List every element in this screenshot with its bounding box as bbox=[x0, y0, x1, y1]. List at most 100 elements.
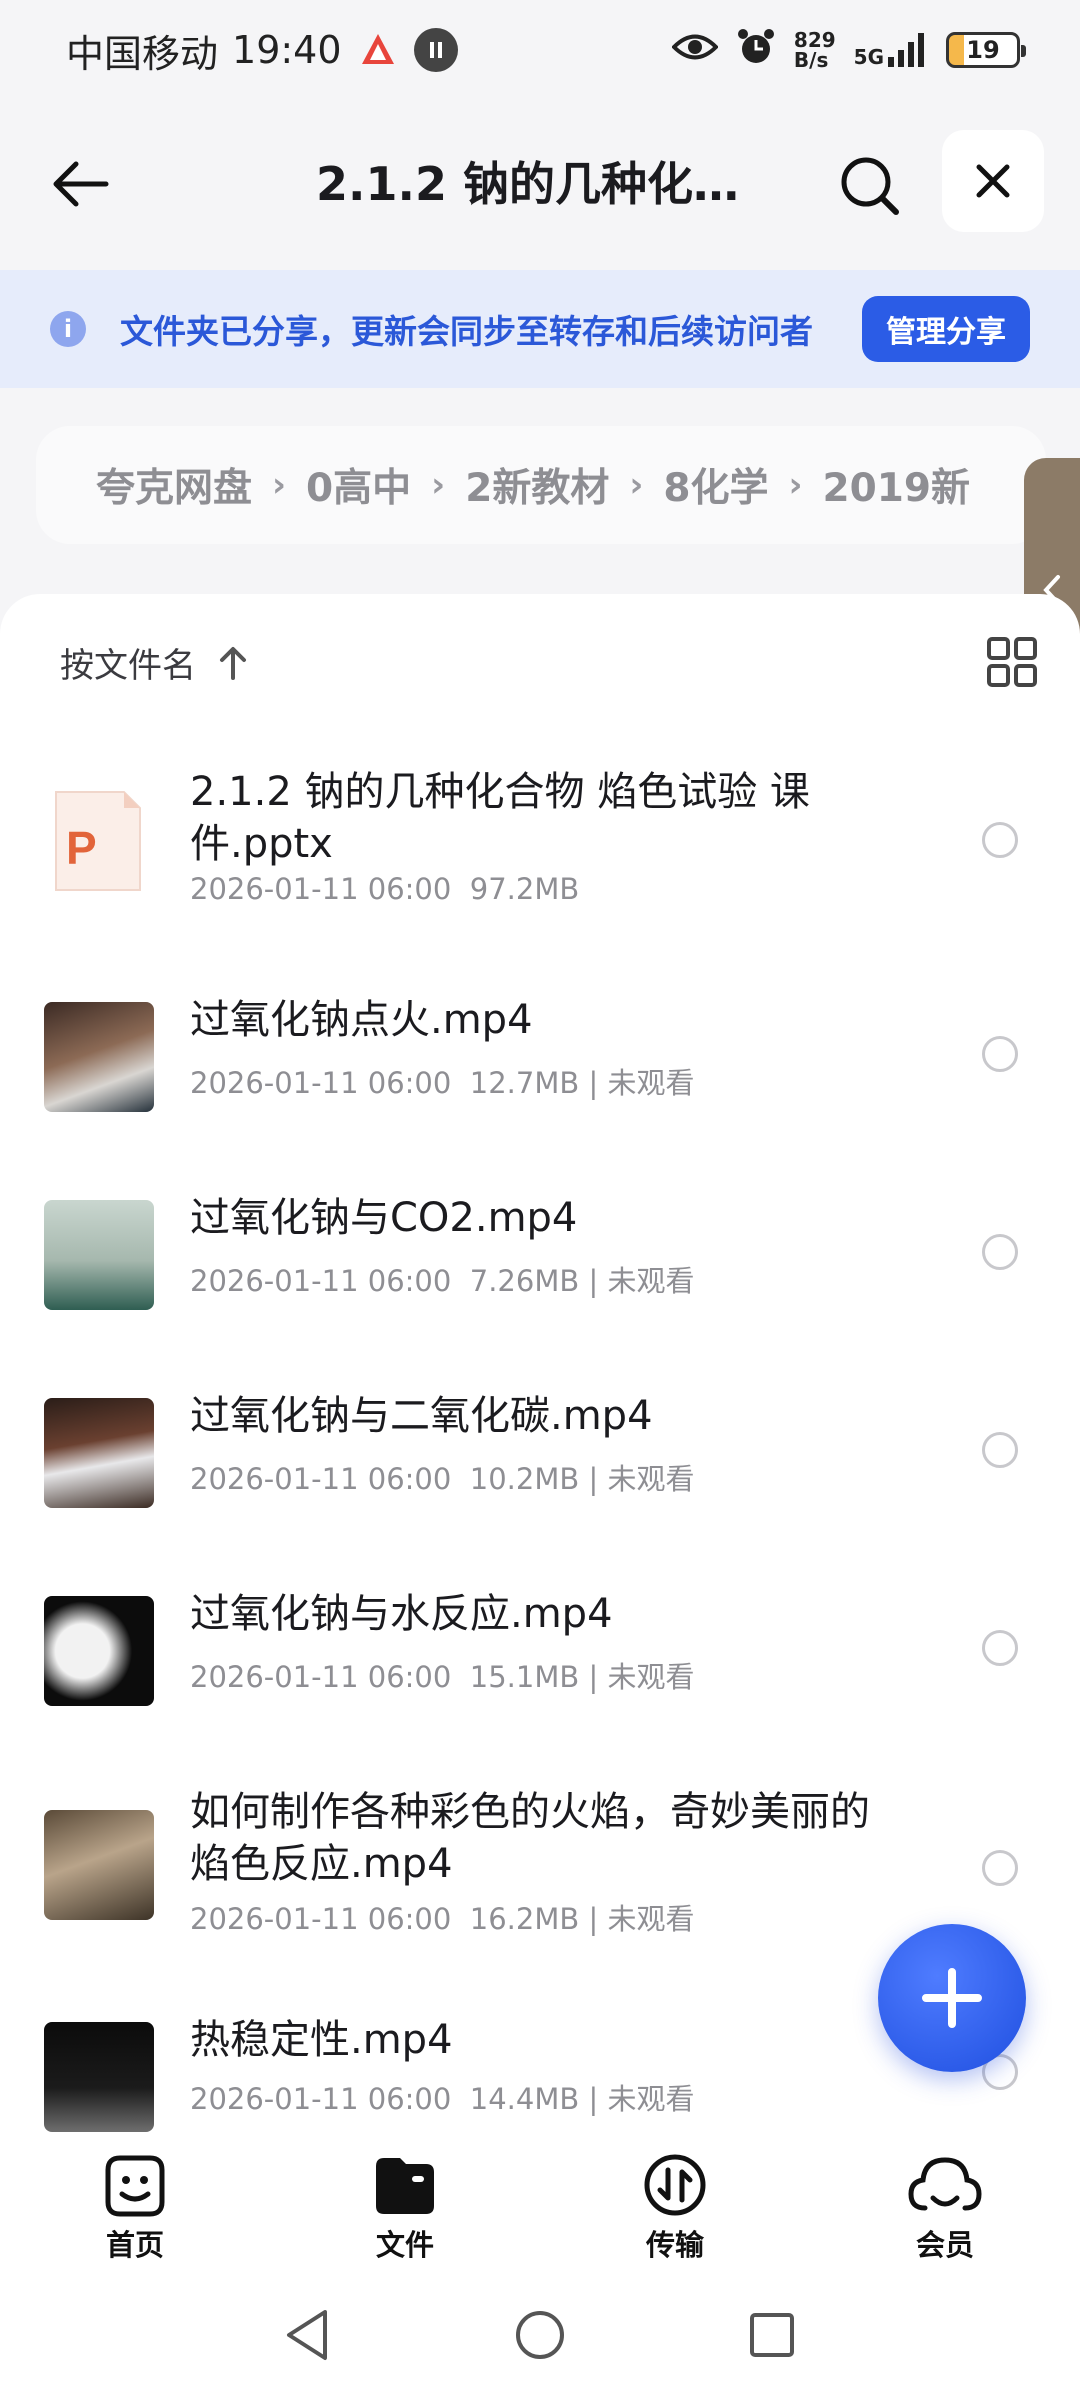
meta-separator: | bbox=[588, 1066, 599, 1100]
select-checkbox[interactable] bbox=[982, 822, 1018, 858]
file-size: 97.2MB bbox=[469, 872, 580, 906]
search-button[interactable] bbox=[830, 146, 910, 226]
signal-bars-icon bbox=[888, 33, 924, 67]
svg-text:P: P bbox=[66, 822, 97, 874]
chevron-right-icon: › bbox=[272, 465, 287, 505]
nav-item-member[interactable]: 会员 bbox=[810, 2134, 1080, 2270]
alarm-icon bbox=[736, 27, 776, 73]
share-banner: i 文件夹已分享，更新会同步至转存和后续访问者 管理分享 bbox=[0, 270, 1080, 388]
chevron-right-icon: › bbox=[431, 465, 446, 505]
file-meta: 2026-01-11 06:00 15.1MB | 未观看 bbox=[190, 1654, 695, 1696]
net-speed-unit: B/s bbox=[793, 48, 829, 72]
close-icon bbox=[976, 164, 1010, 198]
file-meta: 2026-01-11 06:00 7.26MB | 未观看 bbox=[190, 1258, 695, 1300]
signal-indicator: 5G bbox=[854, 33, 928, 67]
chevron-right-icon: › bbox=[629, 465, 644, 505]
plus-icon bbox=[922, 1968, 982, 2028]
breadcrumb-item-level4[interactable]: 2019新 bbox=[823, 457, 971, 513]
home-face-icon bbox=[105, 2155, 165, 2217]
page-title: 2.1.2 钠的几种化合... bbox=[316, 157, 776, 211]
file-row[interactable]: 过氧化钠点火.mp4 2026-01-11 06:00 12.7MB | 未观看 bbox=[0, 994, 1080, 1164]
breadcrumb: 夸克网盘 › 0高中 › 2新教材 › 8化学 › 2019新 bbox=[36, 426, 1046, 544]
file-date: 2026-01-11 06:00 bbox=[190, 1066, 452, 1100]
breadcrumb-item-root[interactable]: 夸克网盘 bbox=[96, 457, 252, 513]
nav-label-files: 文件 bbox=[375, 2228, 434, 2262]
video-thumbnail bbox=[44, 1596, 154, 1706]
breadcrumb-item-level3[interactable]: 8化学 bbox=[663, 457, 768, 513]
sort-control[interactable]: 按文件名 bbox=[60, 638, 248, 687]
meta-separator: | bbox=[588, 1264, 599, 1298]
watch-status: 未观看 bbox=[607, 1902, 695, 1936]
nav-label-transfer: 传输 bbox=[645, 2228, 704, 2262]
file-meta: 2026-01-11 06:00 12.7MB | 未观看 bbox=[190, 1060, 695, 1102]
file-date: 2026-01-11 06:00 bbox=[190, 1902, 452, 1936]
eye-icon bbox=[671, 32, 719, 68]
meta-separator: | bbox=[588, 1660, 599, 1694]
file-date: 2026-01-11 06:00 bbox=[190, 2082, 452, 2116]
share-banner-text: 文件夹已分享，更新会同步至转存和后续访问者 bbox=[120, 312, 813, 351]
file-size: 10.2MB bbox=[469, 1462, 580, 1496]
select-checkbox[interactable] bbox=[982, 1630, 1018, 1666]
battery-indicator: 19 bbox=[946, 32, 1026, 68]
file-name: 2.1.2 钠的几种化合物 焰色试验 课件.pptx bbox=[190, 769, 810, 867]
video-thumbnail bbox=[44, 1002, 154, 1112]
arrow-up-icon bbox=[220, 646, 246, 680]
status-bar: 中国移动 19:40 829 B/s 5G 19 bbox=[0, 0, 1080, 100]
file-row[interactable]: P 2.1.2 钠的几种化合物 焰色试验 课件.pptx 2026-01-11 … bbox=[0, 744, 1080, 924]
grid-icon bbox=[987, 637, 1037, 687]
file-size: 15.1MB bbox=[469, 1660, 580, 1694]
meta-separator: | bbox=[588, 2082, 599, 2116]
system-back-icon[interactable] bbox=[283, 2308, 333, 2362]
bottom-nav: 首页 文件 传输 会员 bbox=[0, 2134, 1080, 2270]
system-recents-icon[interactable] bbox=[747, 2310, 797, 2360]
video-thumbnail bbox=[44, 1810, 154, 1920]
nav-item-files[interactable]: 文件 bbox=[270, 2134, 540, 2270]
video-thumbnail bbox=[44, 2022, 154, 2132]
select-checkbox[interactable] bbox=[982, 1850, 1018, 1886]
file-row[interactable]: 过氧化钠与水反应.mp4 2026-01-11 06:00 15.1MB | 未… bbox=[0, 1588, 1080, 1758]
watch-status: 未观看 bbox=[607, 1462, 695, 1496]
watch-status: 未观看 bbox=[607, 1066, 695, 1100]
chevron-right-icon: › bbox=[788, 465, 803, 505]
sort-label: 按文件名 bbox=[60, 646, 196, 686]
file-row[interactable]: 过氧化钠与CO2.mp4 2026-01-11 06:00 7.26MB | 未… bbox=[0, 1192, 1080, 1362]
manage-share-button[interactable]: 管理分享 bbox=[862, 296, 1030, 362]
file-meta: 2026-01-11 06:00 97.2MB bbox=[190, 872, 579, 906]
select-checkbox[interactable] bbox=[982, 1234, 1018, 1270]
file-size: 16.2MB bbox=[469, 1902, 580, 1936]
file-date: 2026-01-11 06:00 bbox=[190, 1660, 452, 1694]
add-button[interactable] bbox=[878, 1924, 1026, 2072]
watch-status: 未观看 bbox=[607, 1660, 695, 1694]
watch-status: 未观看 bbox=[607, 2082, 695, 2116]
battery-level: 19 bbox=[966, 36, 1000, 64]
app-notification-icon bbox=[356, 28, 400, 72]
clock: 19:40 bbox=[232, 28, 342, 72]
file-name: 如何制作各种彩色的火焰，奇妙美丽的焰色反应.mp4 bbox=[190, 1789, 870, 1887]
nav-item-transfer[interactable]: 传输 bbox=[540, 2134, 810, 2270]
nav-label-member: 会员 bbox=[915, 2228, 974, 2262]
folder-icon bbox=[376, 2158, 434, 2214]
meta-separator: | bbox=[588, 1902, 599, 1936]
nav-item-home[interactable]: 首页 bbox=[0, 2134, 270, 2270]
breadcrumb-item-level1[interactable]: 0高中 bbox=[306, 457, 411, 513]
select-checkbox[interactable] bbox=[982, 1036, 1018, 1072]
info-icon: i bbox=[50, 311, 86, 347]
file-size: 14.4MB bbox=[469, 2082, 580, 2116]
select-checkbox[interactable] bbox=[982, 1432, 1018, 1468]
close-button[interactable] bbox=[942, 130, 1044, 232]
system-home-icon[interactable] bbox=[513, 2308, 567, 2362]
grid-view-toggle[interactable] bbox=[986, 636, 1038, 688]
file-name: 过氧化钠点火.mp4 bbox=[190, 997, 533, 1043]
file-meta: 2026-01-11 06:00 10.2MB | 未观看 bbox=[190, 1456, 695, 1498]
file-row[interactable]: 过氧化钠与二氧化碳.mp4 2026-01-11 06:00 10.2MB | … bbox=[0, 1390, 1080, 1560]
system-navigation-bar bbox=[0, 2270, 1080, 2400]
file-name: 过氧化钠与二氧化碳.mp4 bbox=[190, 1393, 653, 1439]
title-bar: 2.1.2 钠的几种化合... bbox=[0, 120, 1080, 240]
carrier-label: 中国移动 bbox=[66, 31, 219, 76]
arrow-left-icon bbox=[53, 161, 109, 207]
breadcrumb-item-level2[interactable]: 2新教材 bbox=[465, 457, 609, 513]
file-size: 12.7MB bbox=[469, 1066, 580, 1100]
transfer-icon bbox=[644, 2154, 706, 2216]
watch-status: 未观看 bbox=[607, 1264, 695, 1298]
back-button[interactable] bbox=[40, 144, 120, 224]
